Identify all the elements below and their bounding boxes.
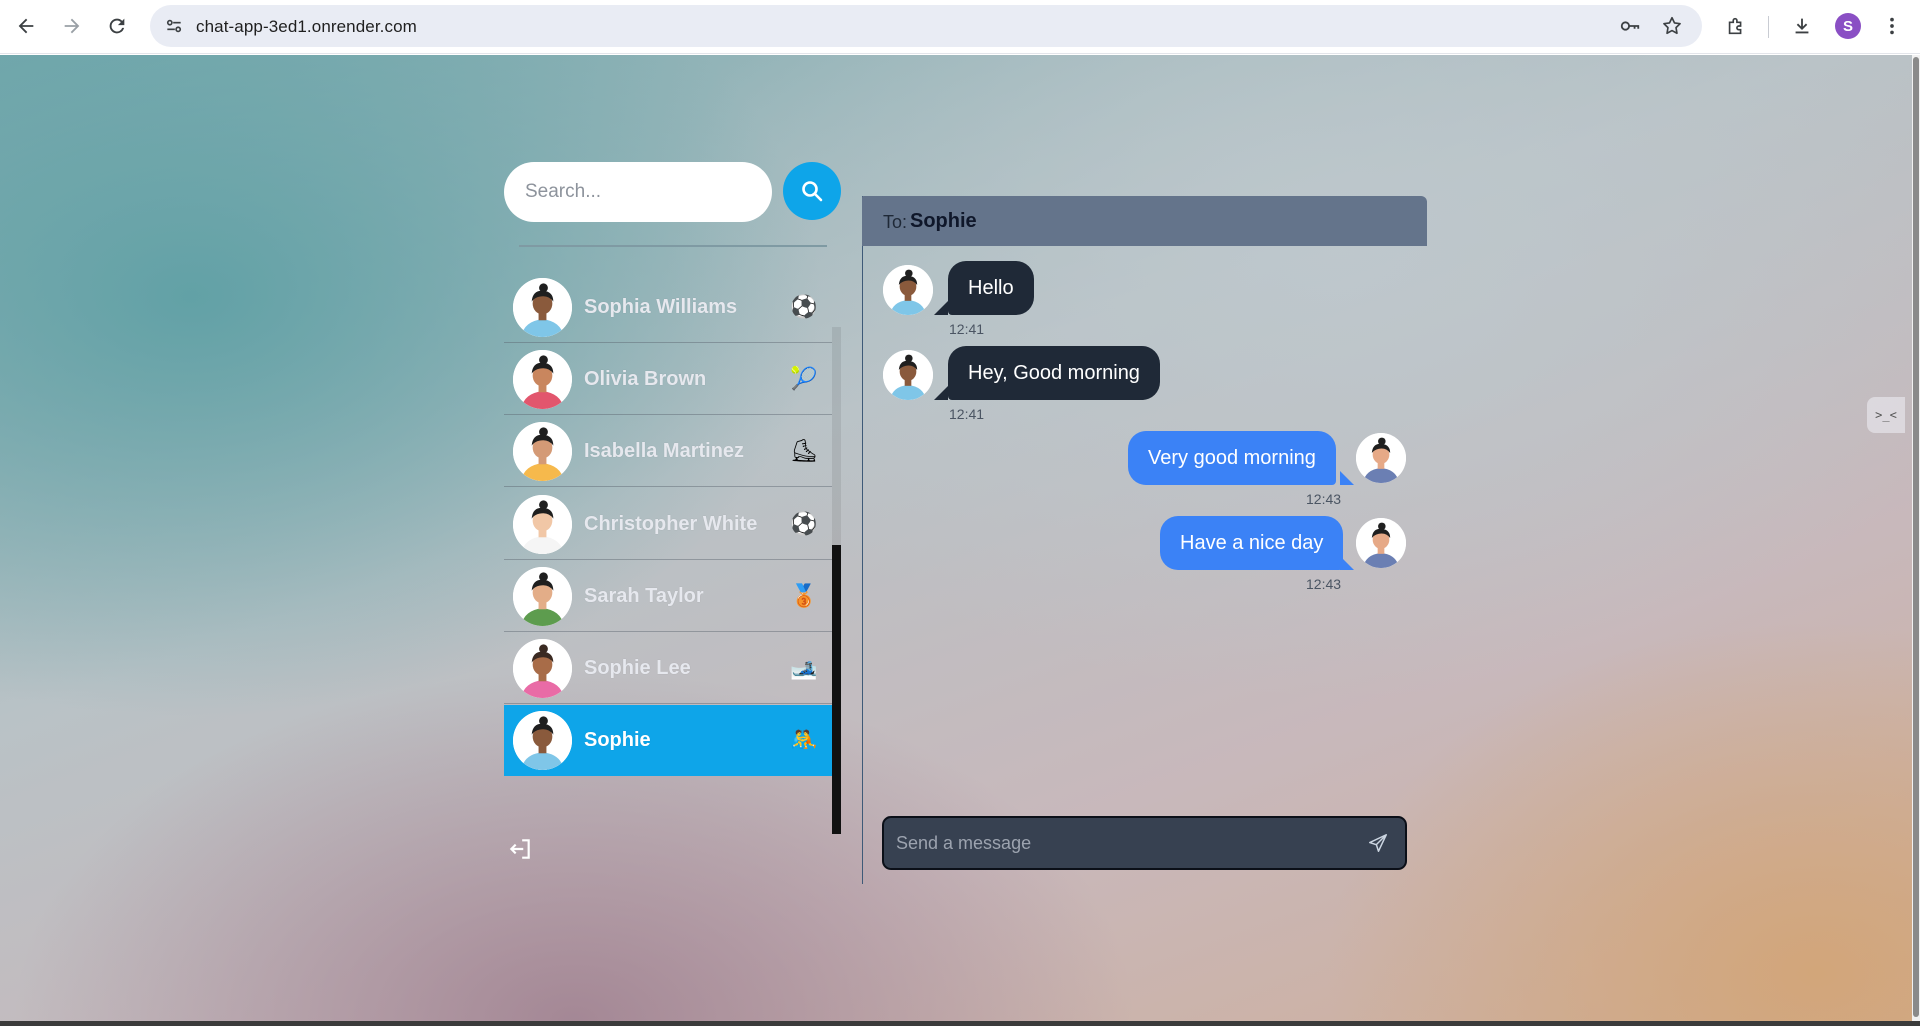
- my-avatar: [1356, 518, 1406, 568]
- forward-button[interactable]: [55, 9, 89, 43]
- sender-avatar: [883, 350, 933, 400]
- avatar: [513, 495, 572, 554]
- conversation-item[interactable]: Sophie 🤼: [504, 705, 832, 776]
- sidebar-divider: [519, 245, 827, 247]
- forward-arrow-icon: [64, 18, 80, 34]
- conversation-emoji-icon: ⚽: [790, 512, 818, 537]
- url-text: chat-app-3ed1.onrender.com: [196, 17, 417, 36]
- conversation-item[interactable]: Isabella Martinez ⛸: [504, 416, 832, 487]
- avatar: [513, 422, 572, 481]
- download-icon[interactable]: [1788, 12, 1816, 40]
- send-button[interactable]: [1365, 830, 1391, 856]
- logout-icon: [509, 839, 530, 859]
- bookmark-star-icon[interactable]: [1660, 14, 1684, 38]
- received-message-bubble: Hello: [948, 261, 1034, 315]
- conversation-emoji-icon: ⚽: [790, 295, 818, 320]
- avatar: [513, 711, 572, 770]
- profile-avatar[interactable]: S: [1835, 13, 1861, 39]
- conversation-list-scrollbar-thumb[interactable]: [832, 545, 841, 834]
- conversation-name: Isabella Martinez: [584, 440, 745, 462]
- conversation-emoji-icon: 🎿: [790, 656, 818, 681]
- logout-button[interactable]: [506, 835, 534, 863]
- conversation-item[interactable]: Olivia Brown 🎾: [504, 344, 832, 415]
- toolbar-divider: [1768, 16, 1769, 38]
- recipient-name: Sophie: [910, 210, 977, 232]
- search-input[interactable]: [504, 162, 772, 222]
- conversation-emoji-icon: 🤼: [790, 728, 818, 753]
- my-avatar: [1356, 433, 1406, 483]
- sent-message-bubble: Have a nice day: [1160, 516, 1344, 570]
- window-bottom-edge: [0, 1021, 1920, 1026]
- address-bar[interactable]: chat-app-3ed1.onrender.com: [150, 5, 1702, 47]
- conversation-list: Sophia Williams ⚽ Olivia Brown 🎾 Isabella Ma…: [504, 272, 832, 836]
- bubble-tail: [1340, 471, 1354, 485]
- avatar: [513, 639, 572, 698]
- conversation-name: Sophia Williams: [584, 296, 738, 318]
- menu-dots-icon[interactable]: [1878, 12, 1906, 40]
- sender-avatar: [883, 265, 933, 315]
- reload-button[interactable]: [100, 9, 134, 43]
- message-input[interactable]: [896, 818, 1356, 868]
- conversation-emoji-icon: ⛸: [790, 439, 818, 464]
- message-timestamp: 12:43: [1306, 576, 1342, 592]
- browser-toolbar: chat-app-3ed1.onrender.com S: [0, 0, 1920, 54]
- conversation-item[interactable]: Sophia Williams ⚽: [504, 272, 832, 343]
- chat-panel-border: [862, 196, 863, 884]
- message-timestamp: 12:41: [949, 406, 985, 422]
- avatar: [513, 278, 572, 337]
- conversation-item[interactable]: Sophie Lee 🎿: [504, 633, 832, 704]
- conversation-list-scrollbar[interactable]: [832, 327, 841, 834]
- reload-icon: [109, 18, 125, 34]
- conversation-item[interactable]: Sarah Taylor 🥉: [504, 561, 832, 632]
- search-icon: [802, 181, 823, 202]
- conversation-name: Sophie: [584, 729, 651, 751]
- extension-side-tab[interactable]: >_<: [1867, 397, 1905, 433]
- conversation-emoji-icon: 🎾: [790, 367, 818, 392]
- message-timestamp: 12:43: [1306, 491, 1342, 507]
- conversation-emoji-icon: 🥉: [790, 584, 818, 609]
- received-message-bubble: Hey, Good morning: [948, 346, 1160, 400]
- message-input-box[interactable]: [882, 816, 1407, 870]
- conversation-item[interactable]: Christopher White ⚽: [504, 489, 832, 560]
- bubble-tail: [934, 386, 948, 400]
- conversation-name: Christopher White: [584, 513, 758, 535]
- search-button[interactable]: [783, 162, 841, 220]
- sent-message-bubble: Very good morning: [1128, 431, 1336, 485]
- site-info-icon[interactable]: [162, 14, 186, 38]
- page-scrollbar-thumb[interactable]: [1913, 57, 1919, 1017]
- bubble-tail: [934, 301, 948, 315]
- password-key-icon[interactable]: [1618, 14, 1642, 38]
- avatar: [513, 350, 572, 409]
- page-scrollbar[interactable]: [1912, 55, 1920, 1021]
- chat-header: To: Sophie: [862, 196, 1427, 246]
- back-arrow-icon: [18, 18, 34, 34]
- avatar: [513, 567, 572, 626]
- extensions-icon[interactable]: [1722, 12, 1750, 40]
- conversation-name: Sophie Lee: [584, 657, 691, 679]
- conversation-name: Sarah Taylor: [584, 585, 704, 607]
- to-label: To:: [883, 212, 908, 232]
- message-timestamp: 12:41: [949, 321, 985, 337]
- send-icon: [1369, 834, 1387, 852]
- back-button[interactable]: [9, 9, 43, 43]
- conversation-name: Olivia Brown: [584, 368, 707, 390]
